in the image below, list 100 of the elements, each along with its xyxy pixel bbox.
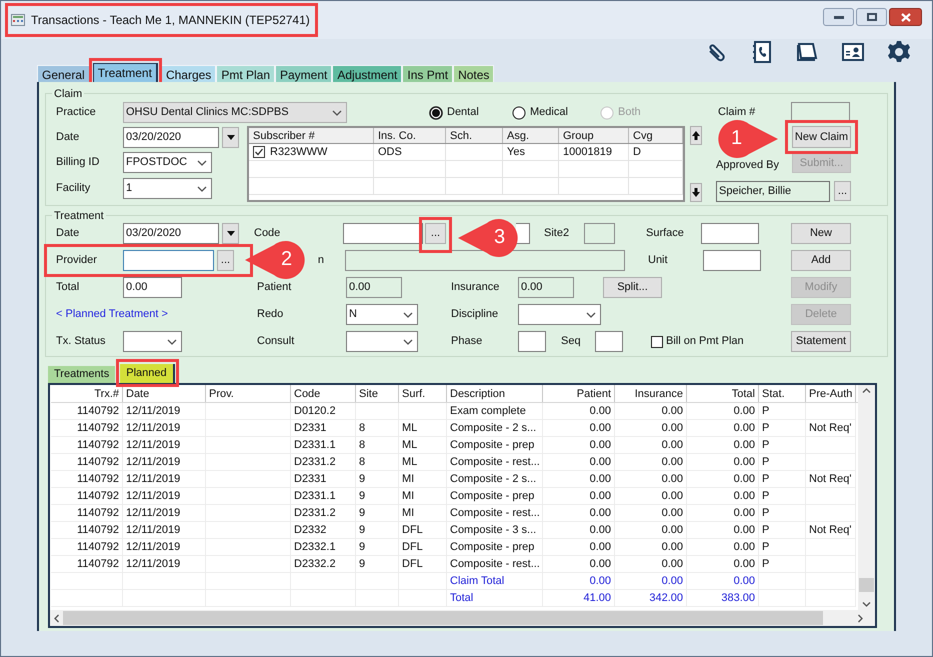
column-header[interactable]: Group [559,128,629,143]
tab[interactable]: Notes [453,65,494,82]
scroll-thumb[interactable] [859,578,874,592]
radio-button[interactable] [429,106,443,120]
code-field[interactable] [343,223,423,244]
column-header[interactable]: Subscriber # [249,128,374,143]
table-cell [356,403,399,420]
dropdown[interactable] [518,304,601,325]
tab[interactable]: Planned [120,364,175,383]
tab[interactable]: General [37,65,90,82]
table-cell: Composite - prep [447,437,543,454]
table-cell: Composite - 2 s... [447,420,543,437]
table-cell: 0.00 [687,556,759,573]
table-cell: 0.00 [687,403,759,420]
input-field[interactable] [701,223,759,244]
calendar-dropdown-button[interactable] [222,126,239,148]
tab[interactable]: Charges [160,65,216,82]
table-cell: ML [399,437,447,454]
horizontal-scrollbar[interactable] [50,610,875,626]
checkbox[interactable] [651,336,663,348]
column-header[interactable]: Patient [543,385,615,402]
move-down-button[interactable] [690,183,702,202]
dropdown[interactable]: OHSU Dental Clinics MC:SDPBS [123,102,347,123]
radio-option[interactable]: Medical [512,104,600,121]
action-button[interactable]: Add [791,250,851,271]
column-header[interactable]: Description [447,385,543,402]
table-cell: 12/11/2019 [123,556,206,573]
column-header[interactable]: Code [291,385,356,402]
input-field[interactable] [595,331,623,352]
browse-button[interactable]: ... [834,181,851,201]
input-field[interactable]: 03/20/2020 [123,126,219,148]
column-header[interactable]: Cvg [629,128,683,143]
radio-option[interactable]: Dental [429,104,512,121]
calendar-dropdown-button[interactable] [222,223,239,244]
vertical-scrollbar[interactable] [858,385,875,610]
checkbox[interactable] [253,146,265,158]
tab[interactable]: Treatment [92,63,158,82]
scroll-thumb[interactable] [63,611,823,625]
dropdown[interactable]: FPOSTDOC [123,152,212,173]
table-cell: 0.00 [687,420,759,437]
column-header[interactable]: Asg. [503,128,559,143]
chevron-down-icon [197,160,207,166]
radio-button[interactable] [512,106,526,120]
book-icon[interactable] [796,42,818,62]
table-cell: Composite - prep [447,539,543,556]
browse-button[interactable]: ... [425,223,446,244]
input-field[interactable] [703,250,761,271]
column-header[interactable]: Date [123,385,206,402]
readonly-field[interactable]: 0.00 [346,277,402,298]
column-header[interactable]: Sch. [446,128,503,143]
table-cell: D2332.2 [291,556,356,573]
table-cell: 1140792 [51,488,123,505]
split-button[interactable]: Split... [603,277,662,298]
column-header[interactable]: Pre-Auth [806,385,856,402]
site-field[interactable] [516,223,530,244]
arrow-up-icon [692,131,700,140]
action-button[interactable]: New [791,223,851,244]
field-label: Seq [561,334,582,350]
close-button[interactable] [889,8,922,26]
move-up-button[interactable] [690,126,702,145]
field-label: Date [56,226,80,242]
field-label: Facility [56,181,92,196]
column-header[interactable]: Surf. [399,385,447,402]
input-field[interactable]: 03/20/2020 [123,223,219,244]
table-cell: 0.00 [615,522,687,539]
tab[interactable]: Ins Pmt [402,65,454,82]
action-button[interactable]: Statement [791,331,851,352]
checkbox-option[interactable]: Bill on Pmt Plan [651,333,744,350]
contact-card-icon[interactable] [842,42,864,62]
column-header[interactable]: Insurance [615,385,687,402]
column-header[interactable]: Stat. [759,385,806,402]
tab[interactable]: Pmt Plan [216,65,275,82]
input-field[interactable] [345,250,625,271]
tab[interactable]: Treatments [48,366,116,383]
dropdown[interactable]: N [346,304,418,325]
table-cell: 12/11/2019 [123,454,206,471]
tab[interactable]: Adjustment [332,65,402,82]
new-claim-button[interactable]: New Claim [792,126,851,148]
column-header[interactable]: Site [356,385,399,402]
column-header[interactable]: Total [687,385,759,402]
column-header[interactable]: Trx.# [51,385,123,402]
table-cell: 41.00 [543,590,615,607]
provider-field[interactable] [123,250,214,271]
approver-field[interactable]: Speicher, Billie [716,181,830,202]
tab[interactable]: Payment [275,65,332,82]
input-field[interactable] [584,223,615,244]
phone-book-icon[interactable] [752,41,772,63]
browse-button[interactable]: ... [217,250,234,271]
input-field[interactable] [518,331,546,352]
dropdown[interactable]: 1 [123,178,212,199]
planned-treatment-link[interactable]: < Planned Treatment > [56,306,257,323]
dropdown[interactable] [123,331,182,352]
minimize-button[interactable] [823,8,854,26]
input-field[interactable]: 0.00 [123,277,182,298]
restore-button[interactable] [856,8,887,26]
column-header[interactable]: Ins. Co. [374,128,446,143]
readonly-field[interactable]: 0.00 [518,277,574,298]
dropdown[interactable] [346,331,418,352]
column-header[interactable]: Prov. [206,385,291,402]
settings-icon[interactable] [888,41,910,63]
